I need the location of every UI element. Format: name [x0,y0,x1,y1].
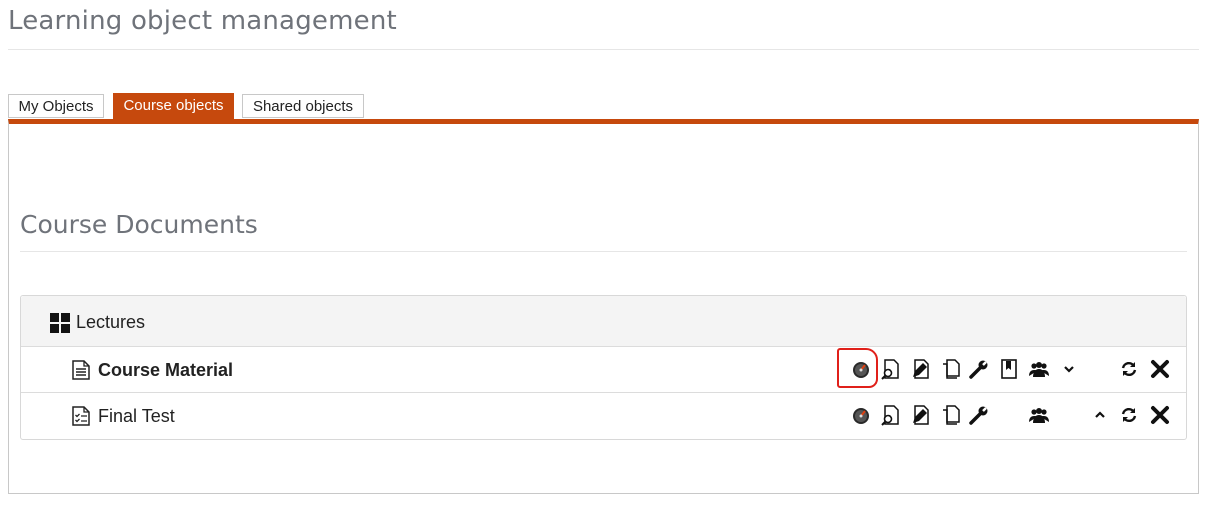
refresh-icon[interactable] [1118,358,1140,380]
delete-icon[interactable] [1149,404,1171,426]
title-divider [8,49,1199,50]
tab-my-objects[interactable]: My Objects [8,94,104,118]
group-users-icon[interactable] [1028,358,1050,380]
delete-icon[interactable] [1149,358,1171,380]
copy-icon[interactable] [939,358,961,380]
tree-row-course-material: Course Material [21,347,1186,393]
folder-row-lectures[interactable]: Lectures [21,296,1186,347]
grid-icon [50,313,70,333]
preview-icon[interactable] [880,404,902,426]
group-users-icon[interactable] [1028,404,1050,426]
move-up-icon[interactable] [1089,404,1111,426]
section-divider [20,251,1187,252]
settings-wrench-icon[interactable] [968,404,990,426]
tab-shared-objects[interactable]: Shared objects [242,94,364,118]
test-checklist-icon [72,406,90,426]
edit-icon[interactable] [910,404,932,426]
object-tree: Lectures Course Material Final Test [20,295,1187,440]
item-label[interactable]: Final Test [98,406,175,427]
bookmark-icon[interactable] [998,358,1020,380]
item-label[interactable]: Course Material [98,360,233,381]
edit-icon[interactable] [910,358,932,380]
statistics-icon[interactable] [850,404,872,426]
statistics-icon[interactable] [850,358,872,380]
refresh-icon[interactable] [1118,404,1140,426]
tree-row-final-test: Final Test [21,393,1186,439]
move-down-icon[interactable] [1058,358,1080,380]
page-title: Learning object management [8,6,397,36]
settings-wrench-icon[interactable] [968,358,990,380]
document-icon [72,360,90,380]
copy-icon[interactable] [939,404,961,426]
tab-course-objects[interactable]: Course objects [113,93,234,119]
folder-label: Lectures [76,312,146,332]
section-title: Course Documents [20,210,258,239]
preview-icon[interactable] [880,358,902,380]
